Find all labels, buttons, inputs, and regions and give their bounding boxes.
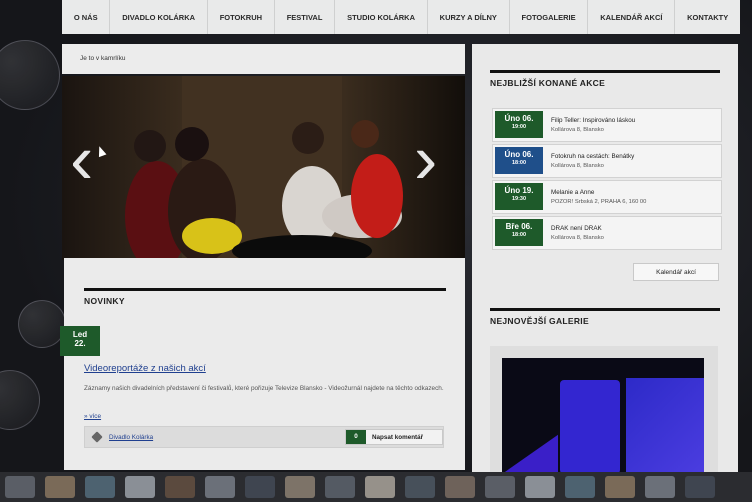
event-time: 18:00 <box>511 231 527 238</box>
gallery-image-shape <box>626 378 704 474</box>
taskbar-app-icon[interactable] <box>85 476 115 498</box>
nav-item-divadlo-kolarka[interactable]: DIVADLO KOLÁRKA <box>110 0 208 34</box>
event-date: Úno 06. <box>504 114 534 123</box>
taskbar-app-icon[interactable] <box>605 476 635 498</box>
nav-item-festival[interactable]: FESTIVAL <box>275 0 336 34</box>
gallery-image-shape <box>502 434 558 474</box>
sidebar: NEJBLIŽŠÍ KONANÉ AKCE Úno 06. 19:00 Fili… <box>472 44 738 474</box>
gallery-thumbnail[interactable] <box>502 358 704 474</box>
event-item[interactable]: Úno 19. 19:30 Melanie a Anne POZOR! Srbs… <box>492 180 722 214</box>
section-divider <box>490 308 720 311</box>
nav-item-kalendar-akci[interactable]: KALENDÁŘ AKCÍ <box>588 0 676 34</box>
taskbar-app-icon[interactable] <box>645 476 675 498</box>
taskbar <box>0 472 752 502</box>
taskbar-app-icon[interactable] <box>245 476 275 498</box>
nav-item-o-nas[interactable]: O NÁS <box>62 0 111 34</box>
background-bubble <box>18 300 66 348</box>
taskbar-app-icon[interactable] <box>165 476 195 498</box>
breadcrumb: Je to v kamrlíku <box>62 44 465 74</box>
event-title: Filip Teller: Inspirováno láskou <box>551 117 636 124</box>
comment-button-label: Napsat komentář <box>372 434 424 441</box>
event-place: Kollárova 8, Blansko <box>551 163 604 169</box>
news-panel: NOVINKY Led 22. Videoreportáže z našich … <box>60 258 465 470</box>
news-more-link[interactable]: » více <box>84 413 101 420</box>
nav-item-fotokruh[interactable]: FOTOKRUH <box>208 0 275 34</box>
event-title: Melanie a Anne <box>551 189 595 196</box>
event-time: 19:00 <box>511 123 527 130</box>
event-date: Bře 06. <box>505 222 533 231</box>
gallery-card[interactable] <box>490 346 718 474</box>
calendar-button[interactable]: Kalendář akcí <box>633 263 719 281</box>
hero-slider: ‹ › <box>62 76 465 260</box>
nav-item-studio-kolarka[interactable]: STUDIO KOLÁRKA <box>335 0 428 34</box>
event-date-badge: Bře 06. 18:00 <box>495 219 543 246</box>
event-time: 19:30 <box>511 195 527 202</box>
slider-prev-arrow-icon[interactable]: ‹ <box>70 124 93 194</box>
taskbar-app-icon[interactable] <box>485 476 515 498</box>
main-navigation: O NÁS DIVADLO KOLÁRKA FOTOKRUH FESTIVAL … <box>62 0 740 34</box>
news-date-month: Led <box>72 330 88 339</box>
news-footer-bar: Divadlo Kolárka 0 Napsat komentář <box>84 426 444 448</box>
taskbar-app-icon[interactable] <box>205 476 235 498</box>
nav-item-kurzy-a-dilny[interactable]: KURZY A DÍLNY <box>428 0 510 34</box>
taskbar-app-icon[interactable] <box>525 476 555 498</box>
event-item[interactable]: Úno 06. 18:00 Fotokruh na cestách: Benát… <box>492 144 722 178</box>
news-headline-link[interactable]: Videoreportáže z našich akcí <box>84 363 206 374</box>
news-date-day: 22. <box>74 339 86 348</box>
event-date: Úno 19. <box>504 186 534 195</box>
news-body: Záznamy našich divadelních představení č… <box>84 385 444 392</box>
gallery-image-shape <box>560 380 620 474</box>
comment-count: 0 <box>346 430 366 444</box>
event-date-badge: Úno 06. 19:00 <box>495 111 543 138</box>
taskbar-app-icon[interactable] <box>285 476 315 498</box>
event-place: POZOR! Srbská 2, PRAHA 6, 160 00 <box>551 199 647 205</box>
event-place: Kollárova 8, Blansko <box>551 127 604 133</box>
event-item[interactable]: Bře 06. 18:00 DRAK není DRAK Kollárova 8… <box>492 216 722 250</box>
taskbar-app-icon[interactable] <box>365 476 395 498</box>
news-date-badge: Led 22. <box>60 326 100 356</box>
slider-next-arrow-icon[interactable]: › <box>414 124 437 194</box>
section-divider <box>84 288 446 291</box>
taskbar-app-icon[interactable] <box>5 476 35 498</box>
event-title: Fotokruh na cestách: Benátky <box>551 153 635 160</box>
taskbar-app-icon[interactable] <box>445 476 475 498</box>
nav-item-kontakty[interactable]: KONTAKTY <box>675 0 740 34</box>
events-section-title: NEJBLIŽŠÍ KONANÉ AKCE <box>490 78 606 88</box>
event-date: Úno 06. <box>504 150 534 159</box>
event-title: DRAK není DRAK <box>551 225 602 232</box>
news-section-title: NOVINKY <box>84 296 125 306</box>
news-tag-link[interactable]: Divadlo Kolárka <box>109 434 153 441</box>
event-time: 18:00 <box>511 159 527 166</box>
event-date-badge: Úno 19. 19:30 <box>495 183 543 210</box>
hero-photo <box>125 120 403 260</box>
taskbar-app-icon[interactable] <box>45 476 75 498</box>
nav-item-fotogalerie[interactable]: FOTOGALERIE <box>510 0 589 34</box>
taskbar-app-icon[interactable] <box>125 476 155 498</box>
taskbar-app-icon[interactable] <box>405 476 435 498</box>
breadcrumb-text: Je to v kamrlíku <box>80 55 126 62</box>
event-item[interactable]: Úno 06. 19:00 Filip Teller: Inspirováno … <box>492 108 722 142</box>
gallery-section-title: NEJNOVĚJŠÍ GALERIE <box>490 316 589 326</box>
taskbar-app-icon[interactable] <box>685 476 715 498</box>
comment-button[interactable]: 0 Napsat komentář <box>345 429 443 445</box>
taskbar-app-icon[interactable] <box>565 476 595 498</box>
section-divider <box>490 70 720 73</box>
event-date-badge: Úno 06. 18:00 <box>495 147 543 174</box>
taskbar-app-icon[interactable] <box>325 476 355 498</box>
event-place: Kollárova 8, Blansko <box>551 235 604 241</box>
tag-icon <box>91 431 103 443</box>
